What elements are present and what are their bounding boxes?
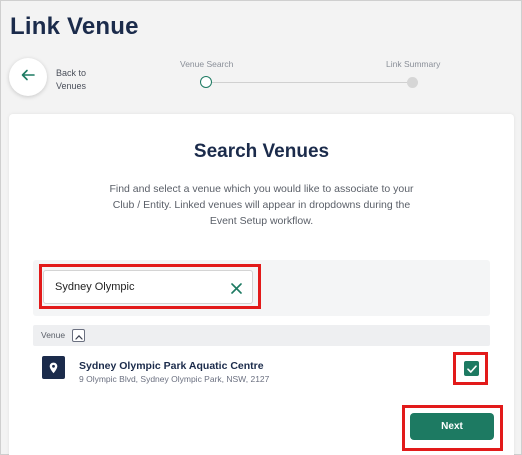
card-title: Search Venues <box>193 141 330 162</box>
search-card: Search Venues Find and select a venue wh… <box>9 114 514 455</box>
card-description: Find and select a venue which you would … <box>109 183 414 227</box>
venue-select-checkbox[interactable] <box>464 361 479 376</box>
venue-column-label: Venue <box>41 330 66 340</box>
search-panel <box>33 260 490 316</box>
sort-toggle-button[interactable] <box>72 329 85 342</box>
arrow-left-icon <box>21 68 35 86</box>
page-title: Link Venue <box>10 13 139 40</box>
back-label-line2: Venues <box>56 81 87 91</box>
back-label[interactable]: Back to Venues <box>56 67 86 93</box>
chevron-up-icon <box>74 327 83 345</box>
step-dot-link-summary <box>407 77 418 88</box>
search-input[interactable] <box>43 270 253 304</box>
venue-result-row[interactable]: Sydney Olympic Park Aquatic Centre 9 Oly… <box>33 353 490 389</box>
venue-name: Sydney Olympic Park Aquatic Centre <box>79 360 264 372</box>
step-dot-venue-search <box>200 76 212 88</box>
next-button[interactable]: Next <box>410 413 494 440</box>
venue-address: 9 Olympic Blvd, Sydney Olympic Park, NSW… <box>79 374 270 384</box>
back-label-line1: Back to <box>56 68 87 78</box>
step-label-venue-search: Venue Search <box>180 59 234 69</box>
location-pin-icon <box>42 356 65 379</box>
results-column-header: Venue <box>33 325 490 346</box>
back-button[interactable] <box>9 58 47 96</box>
step-label-link-summary: Link Summary <box>386 59 441 69</box>
step-connector <box>211 82 409 83</box>
checkmark-icon <box>466 360 477 378</box>
close-icon[interactable] <box>229 281 243 295</box>
